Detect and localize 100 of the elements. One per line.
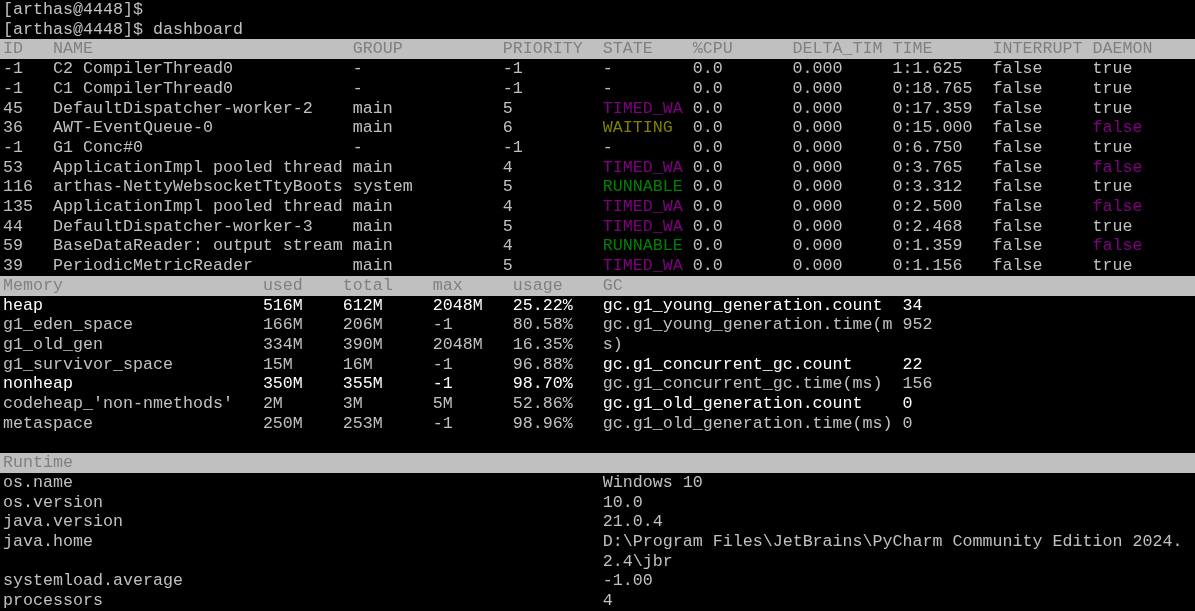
table-cell: G1 Conc#0 bbox=[52, 137, 143, 158]
table-cell: 0.000 bbox=[792, 78, 843, 99]
table-cell-text: 4 bbox=[602, 591, 614, 611]
table-cell: false bbox=[992, 59, 1043, 79]
table-cell: arthas-NettyWebsocketTtyBoots bbox=[52, 177, 343, 198]
table-cell: false bbox=[1092, 118, 1143, 138]
prompt-line: [arthas@4448]$ dashboard bbox=[3, 19, 243, 39]
table-cell: - bbox=[352, 137, 363, 158]
column-header: GROUP bbox=[352, 39, 403, 60]
table-cell: false bbox=[1092, 197, 1143, 217]
table-cell: 44 bbox=[3, 216, 23, 237]
table-cell: false bbox=[1092, 236, 1143, 257]
table-cell: 80.58% bbox=[512, 315, 573, 335]
table-cell: WAITING bbox=[602, 118, 673, 138]
table-cell: 52.86% bbox=[512, 394, 573, 414]
table-cell: -1 bbox=[432, 413, 453, 434]
table-cell: 0:17.359 bbox=[892, 98, 973, 119]
table-cell: C2 CompilerThread0 bbox=[52, 59, 233, 79]
table-cell: 0.000 bbox=[792, 118, 843, 138]
table-cell: 0:15.000 bbox=[892, 118, 973, 138]
table-cell-text: Windows 10 bbox=[602, 472, 704, 493]
table-cell: 59 bbox=[3, 236, 23, 257]
table-cell: 0.000 bbox=[792, 59, 843, 79]
table-cell: false bbox=[992, 118, 1043, 138]
table-cell: 4 bbox=[502, 236, 513, 257]
table-cell: 96.88% bbox=[512, 354, 573, 375]
table-cell: 0.0 bbox=[692, 256, 723, 276]
table-cell: TIMED_WA bbox=[602, 256, 683, 276]
table-cell: main bbox=[352, 118, 393, 138]
table-cell: os.version bbox=[3, 492, 103, 513]
table-cell: RUNNABLE bbox=[602, 236, 683, 257]
table-cell: 5 bbox=[502, 216, 513, 237]
table-cell: 0:18.765 bbox=[892, 78, 973, 99]
table-cell: 45 bbox=[3, 98, 23, 119]
table-cell: TIMED_WA bbox=[602, 98, 683, 119]
table-cell: -1 bbox=[432, 354, 453, 375]
table-cell: main bbox=[352, 256, 393, 276]
table-cell: 0.000 bbox=[792, 236, 843, 257]
table-cell: main bbox=[352, 197, 393, 217]
table-cell: -1 bbox=[3, 137, 23, 158]
table-cell: 0.000 bbox=[792, 98, 843, 119]
table-cell: PeriodicMetricReader bbox=[52, 256, 253, 276]
table-cell: 0.0 bbox=[692, 118, 723, 138]
table-cell: false bbox=[992, 236, 1043, 257]
table-cell: - bbox=[352, 59, 363, 79]
table-cell: 98.96% bbox=[512, 413, 573, 434]
column-header: PRIORITY bbox=[502, 39, 583, 60]
table-cell: 250M bbox=[262, 413, 303, 434]
table-cell: 516M bbox=[262, 295, 303, 316]
table-cell: -1 bbox=[3, 78, 23, 99]
table-cell: -1 bbox=[3, 59, 23, 79]
table-cell: 0.0 bbox=[692, 236, 723, 257]
table-cell: true bbox=[1092, 137, 1133, 158]
table-cell: false bbox=[992, 157, 1043, 178]
table-cell: false bbox=[1092, 157, 1143, 178]
table-cell: D:\Program Files\JetBrains\PyCharm Community Edition 2024.2.4\jbr bbox=[602, 531, 1183, 572]
table-cell: main bbox=[352, 236, 393, 257]
table-cell: systemload.average bbox=[3, 571, 183, 592]
table-cell: 0.0 bbox=[692, 78, 723, 99]
table-cell: 2048M bbox=[432, 334, 483, 355]
column-header: ID bbox=[3, 39, 23, 60]
table-cell: 0:6.750 bbox=[892, 137, 963, 158]
table-cell: 22 bbox=[902, 354, 923, 375]
column-header: DAEMON bbox=[1092, 39, 1153, 60]
table-cell: 15M bbox=[262, 354, 293, 375]
table-cell: 0.0 bbox=[692, 177, 723, 198]
table-cell-text: gc.g1_concurrent_gc.time(ms) bbox=[602, 374, 884, 395]
table-cell: DefaultDispatcher-worker-2 bbox=[52, 98, 313, 119]
table-cell: 612M bbox=[342, 295, 383, 316]
column-header: usage bbox=[512, 275, 563, 296]
table-cell: false bbox=[992, 78, 1043, 99]
table-cell: 355M bbox=[342, 374, 383, 395]
column-header: GC bbox=[602, 275, 623, 296]
table-cell: 39 bbox=[3, 256, 23, 276]
table-cell: 0 bbox=[902, 394, 913, 414]
table-cell: 0.0 bbox=[692, 59, 723, 79]
column-header: total bbox=[342, 275, 393, 296]
table-cell: DefaultDispatcher-worker-3 bbox=[52, 216, 313, 237]
table-cell: TIMED_WA bbox=[602, 216, 683, 237]
table-cell: 0.0 bbox=[692, 157, 723, 178]
table-cell: -1 bbox=[432, 315, 453, 335]
table-cell: 0:2.500 bbox=[892, 197, 963, 217]
table-cell: 0:1.359 bbox=[892, 236, 963, 257]
table-cell: - bbox=[602, 59, 613, 79]
table-cell: - bbox=[602, 78, 613, 99]
table-cell: 390M bbox=[342, 334, 383, 355]
table-cell: 3M bbox=[342, 394, 363, 414]
table-cell: 0.0 bbox=[692, 137, 723, 158]
table-cell: -1 bbox=[432, 374, 453, 395]
prompt-line: [arthas@4448]$ bbox=[3, 0, 143, 19]
table-cell: 5M bbox=[432, 394, 453, 414]
table-cell: 135 bbox=[3, 197, 33, 217]
table-cell: -1 bbox=[502, 137, 523, 158]
table-cell: 0:3.765 bbox=[892, 157, 963, 178]
column-header: TIME bbox=[892, 39, 933, 60]
table-cell: false bbox=[992, 256, 1043, 276]
table-cell-text: gc.g1_old_generation.count bbox=[602, 394, 864, 414]
table-cell: TIMED_WA bbox=[602, 157, 683, 178]
table-cell: false bbox=[992, 98, 1043, 119]
table-cell: 4 bbox=[502, 197, 513, 217]
